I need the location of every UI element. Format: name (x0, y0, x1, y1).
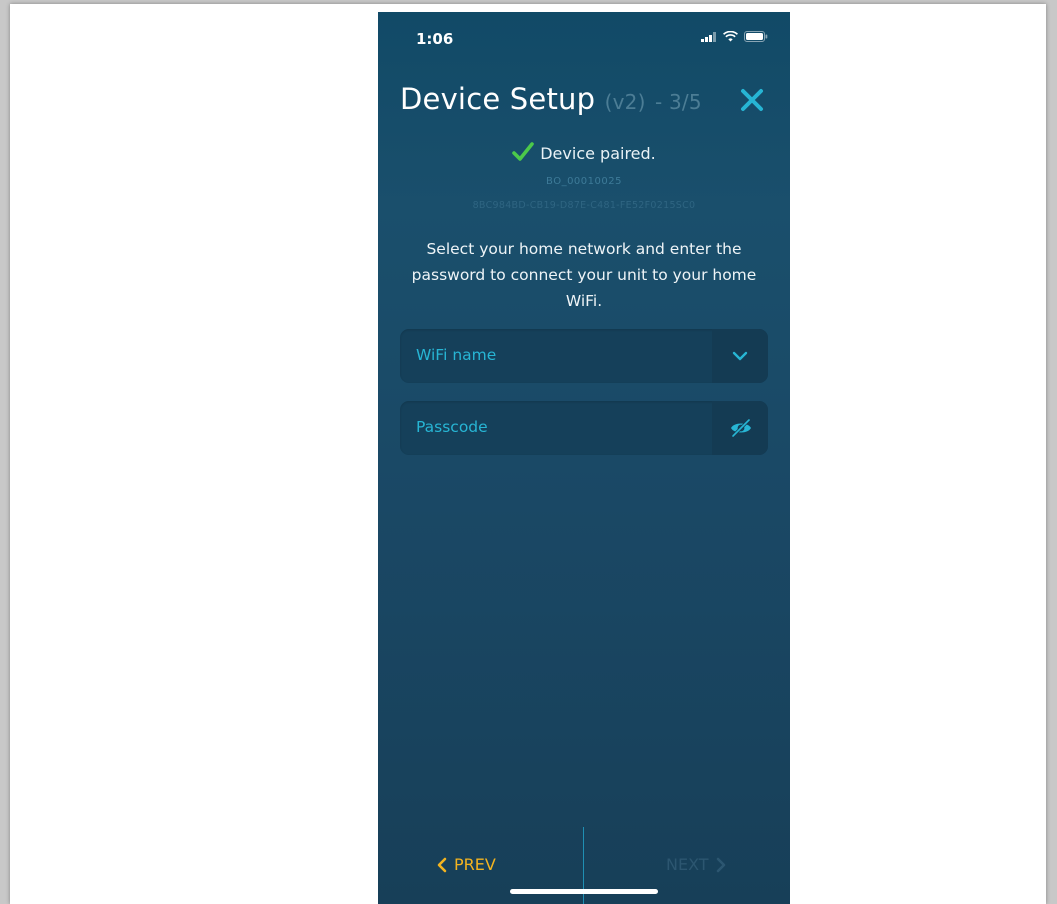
wifi-name-select[interactable]: WiFi name (400, 329, 768, 383)
document-page: 1:06 Device Setup (v2) - 3/5 Device pair… (10, 4, 1046, 904)
instructions-text: Select your home network and enter the p… (411, 240, 757, 310)
chevron-down-icon (732, 351, 748, 361)
device-id: BO_00010025 (546, 176, 622, 187)
chevron-right-icon (716, 857, 725, 872)
next-label: NEXT (666, 855, 709, 874)
wifi-dropdown-button[interactable] (712, 329, 768, 383)
checkmark-icon (512, 142, 535, 166)
pairing-status: Device paired. (378, 142, 790, 166)
eye-slash-icon (731, 418, 751, 438)
wifi-name-label: WiFi name (416, 346, 497, 364)
close-icon (741, 89, 763, 111)
prev-label: PREV (454, 855, 496, 874)
header: Device Setup (v2) - 3/5 (378, 82, 790, 122)
next-button[interactable]: NEXT (666, 855, 727, 874)
status-bar: 1:06 (378, 12, 790, 62)
status-icons (701, 31, 768, 42)
device-uuid: 8BC984BD-CB19-D87E-C481-FE52F0215SC0 (472, 200, 696, 211)
chevron-left-icon (437, 857, 447, 872)
battery-icon (744, 31, 768, 42)
page-title: Device Setup (v2) - 3/5 (400, 82, 702, 116)
title-version: (v2) (604, 90, 646, 114)
prev-button[interactable]: PREV (436, 855, 496, 874)
phone-screen: 1:06 Device Setup (v2) - 3/5 Device pair… (378, 12, 790, 904)
title-text: Device Setup (400, 82, 596, 116)
passcode-input[interactable]: Passcode (400, 401, 768, 455)
signal-icon (701, 31, 716, 42)
status-time: 1:06 (416, 30, 454, 48)
passcode-label: Passcode (416, 418, 488, 436)
toggle-password-visibility-button[interactable] (712, 401, 768, 455)
home-indicator[interactable] (510, 889, 658, 894)
close-button[interactable] (738, 86, 766, 114)
pairing-status-text: Device paired. (540, 144, 656, 163)
title-step: - 3/5 (655, 90, 702, 114)
wifi-icon (723, 31, 738, 42)
